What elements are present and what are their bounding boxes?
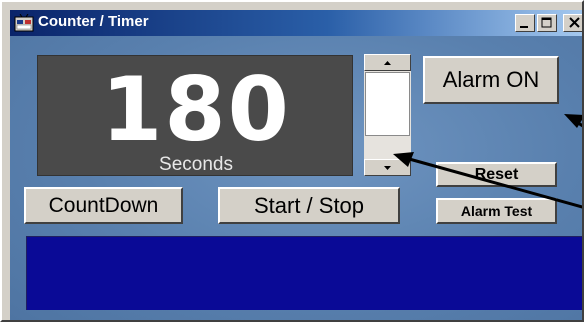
arrow-down-icon: [384, 166, 391, 170]
alarm-on-button[interactable]: Alarm ON: [423, 56, 559, 104]
close-icon: [569, 17, 580, 28]
timer-app-icon[interactable]: [14, 13, 34, 32]
counter-display: 180 Seconds: [37, 55, 353, 176]
scroll-track[interactable]: [364, 71, 411, 159]
counter-timer-window: Counter / Timer 180 Seconds Alarm ON Res…: [0, 0, 584, 322]
counter-unit-label: Seconds: [159, 154, 233, 175]
counter-value: 180: [101, 58, 291, 161]
seconds-scrollbar[interactable]: [364, 54, 411, 176]
countdown-button[interactable]: CountDown: [24, 187, 183, 224]
scroll-up-button[interactable]: [364, 54, 411, 71]
alarm-test-button[interactable]: Alarm Test: [436, 198, 557, 224]
close-button[interactable]: [563, 14, 582, 32]
title-bar[interactable]: Counter / Timer: [10, 10, 582, 36]
scroll-down-button[interactable]: [364, 159, 411, 176]
client-area: 180 Seconds Alarm ON Reset Alarm Test Co…: [10, 36, 582, 320]
scroll-thumb[interactable]: [365, 72, 410, 136]
window-title: Counter / Timer: [38, 13, 149, 30]
minimize-button[interactable]: [515, 14, 535, 32]
reset-button[interactable]: Reset: [436, 162, 557, 187]
maximize-icon: [541, 17, 552, 28]
maximize-button[interactable]: [537, 14, 557, 32]
arrow-up-icon: [384, 61, 391, 65]
start-stop-button[interactable]: Start / Stop: [218, 187, 400, 224]
minimize-icon: [520, 26, 528, 28]
status-panel: [26, 236, 582, 310]
